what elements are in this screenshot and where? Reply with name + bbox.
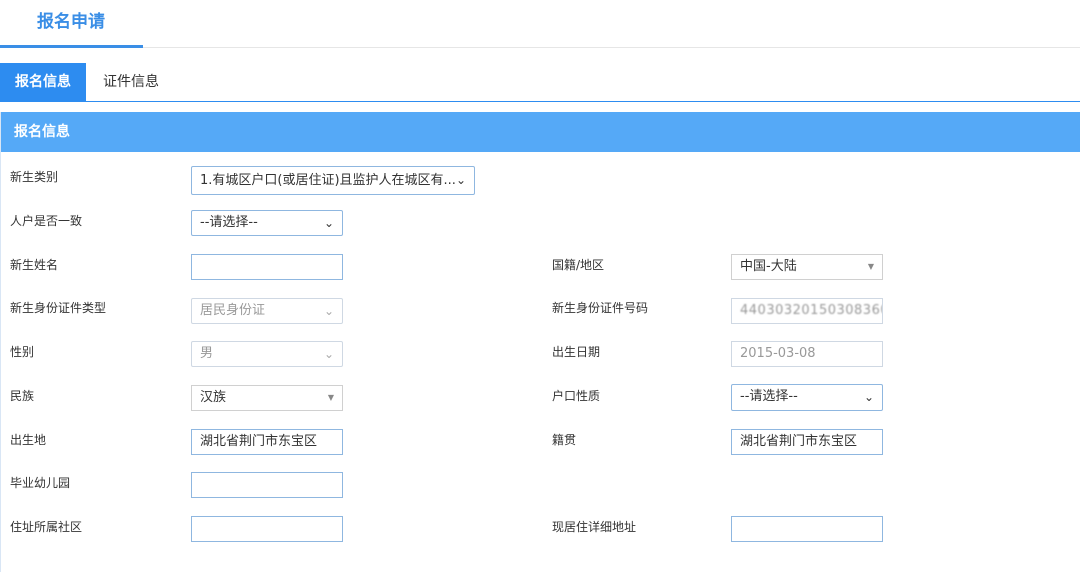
current-address-input[interactable] — [731, 516, 883, 542]
chevron-down-icon: ⌄ — [863, 390, 874, 404]
hukou-type-label: 户口性质 — [552, 389, 601, 403]
section-header: 报名信息 — [1, 112, 1080, 152]
id-type-label: 新生身份证件类型 — [10, 301, 107, 315]
nationality-value: 中国-大陆 — [740, 259, 797, 274]
student-category-label: 新生类别 — [10, 170, 59, 184]
id-number-label: 新生身份证件号码 — [552, 301, 649, 315]
chevron-down-icon: ⌄ — [323, 304, 334, 318]
native-place-label: 籍贯 — [552, 433, 577, 447]
tab-registration-info[interactable]: 报名信息 — [0, 63, 86, 101]
student-name-input[interactable] — [191, 254, 343, 280]
id-number-value: 440303201503083603 — [740, 303, 883, 318]
gender-select[interactable]: 男 ⌄ — [191, 341, 343, 367]
id-type-select[interactable]: 居民身份证 ⌄ — [191, 298, 343, 324]
nationality-select[interactable]: 中国-大陆 ▼ — [731, 254, 883, 280]
ethnicity-label: 民族 — [10, 389, 35, 403]
hukou-type-select[interactable]: --请选择-- ⌄ — [731, 384, 883, 411]
page-title-underline — [0, 45, 143, 48]
birthplace-label: 出生地 — [10, 433, 47, 447]
kindergarten-label: 毕业幼儿园 — [10, 476, 71, 490]
household-match-value: --请选择-- — [200, 215, 258, 230]
student-category-select[interactable]: 1.有城区户口(或居住证)且监护人在城区有... ⌄ — [191, 166, 475, 195]
household-match-select[interactable]: --请选择-- ⌄ — [191, 210, 343, 236]
ethnicity-value: 汉族 — [200, 390, 227, 405]
birthplace-input[interactable]: 湖北省荆门市东宝区 — [191, 429, 343, 455]
caret-down-icon: ▼ — [867, 262, 874, 271]
community-input[interactable] — [191, 516, 343, 542]
student-name-label: 新生姓名 — [10, 258, 59, 272]
household-match-label: 人户是否一致 — [10, 214, 83, 228]
registration-info-section: 报名信息 新生类别 1.有城区户口(或居住证)且监护人在城区有... ⌄ 人户是… — [0, 112, 1080, 572]
top-header: 报名申请 — [0, 0, 1080, 48]
current-address-label: 现居住详细地址 — [552, 520, 637, 534]
gender-value: 男 — [200, 346, 214, 361]
id-number-input[interactable]: 440303201503083603 — [731, 298, 883, 324]
chevron-down-icon: ⌄ — [323, 347, 334, 361]
nationality-label: 国籍/地区 — [552, 258, 605, 272]
birth-date-label: 出生日期 — [552, 345, 601, 359]
kindergarten-input[interactable] — [191, 472, 343, 498]
birth-date-input[interactable]: 2015-03-08 — [731, 341, 883, 367]
native-place-input[interactable]: 湖北省荆门市东宝区 — [731, 429, 883, 455]
caret-down-icon: ▼ — [327, 393, 334, 402]
community-label: 住址所属社区 — [10, 520, 83, 534]
student-category-value: 1.有城区户口(或居住证)且监护人在城区有... — [200, 173, 456, 188]
hukou-type-value: --请选择-- — [740, 389, 798, 404]
page-title[interactable]: 报名申请 — [37, 7, 105, 32]
chevron-down-icon: ⌄ — [323, 216, 334, 230]
registration-page: 报名申请 报名信息 证件信息 报名信息 新生类别 1.有城区户口(或居住证)且监… — [0, 0, 1080, 572]
tab-bar: 报名信息 证件信息 — [0, 63, 1080, 102]
id-type-value: 居民身份证 — [200, 303, 266, 318]
gender-label: 性别 — [10, 345, 35, 359]
chevron-down-icon: ⌄ — [455, 173, 466, 187]
tab-document-info[interactable]: 证件信息 — [86, 63, 176, 101]
ethnicity-select[interactable]: 汉族 ▼ — [191, 385, 343, 411]
